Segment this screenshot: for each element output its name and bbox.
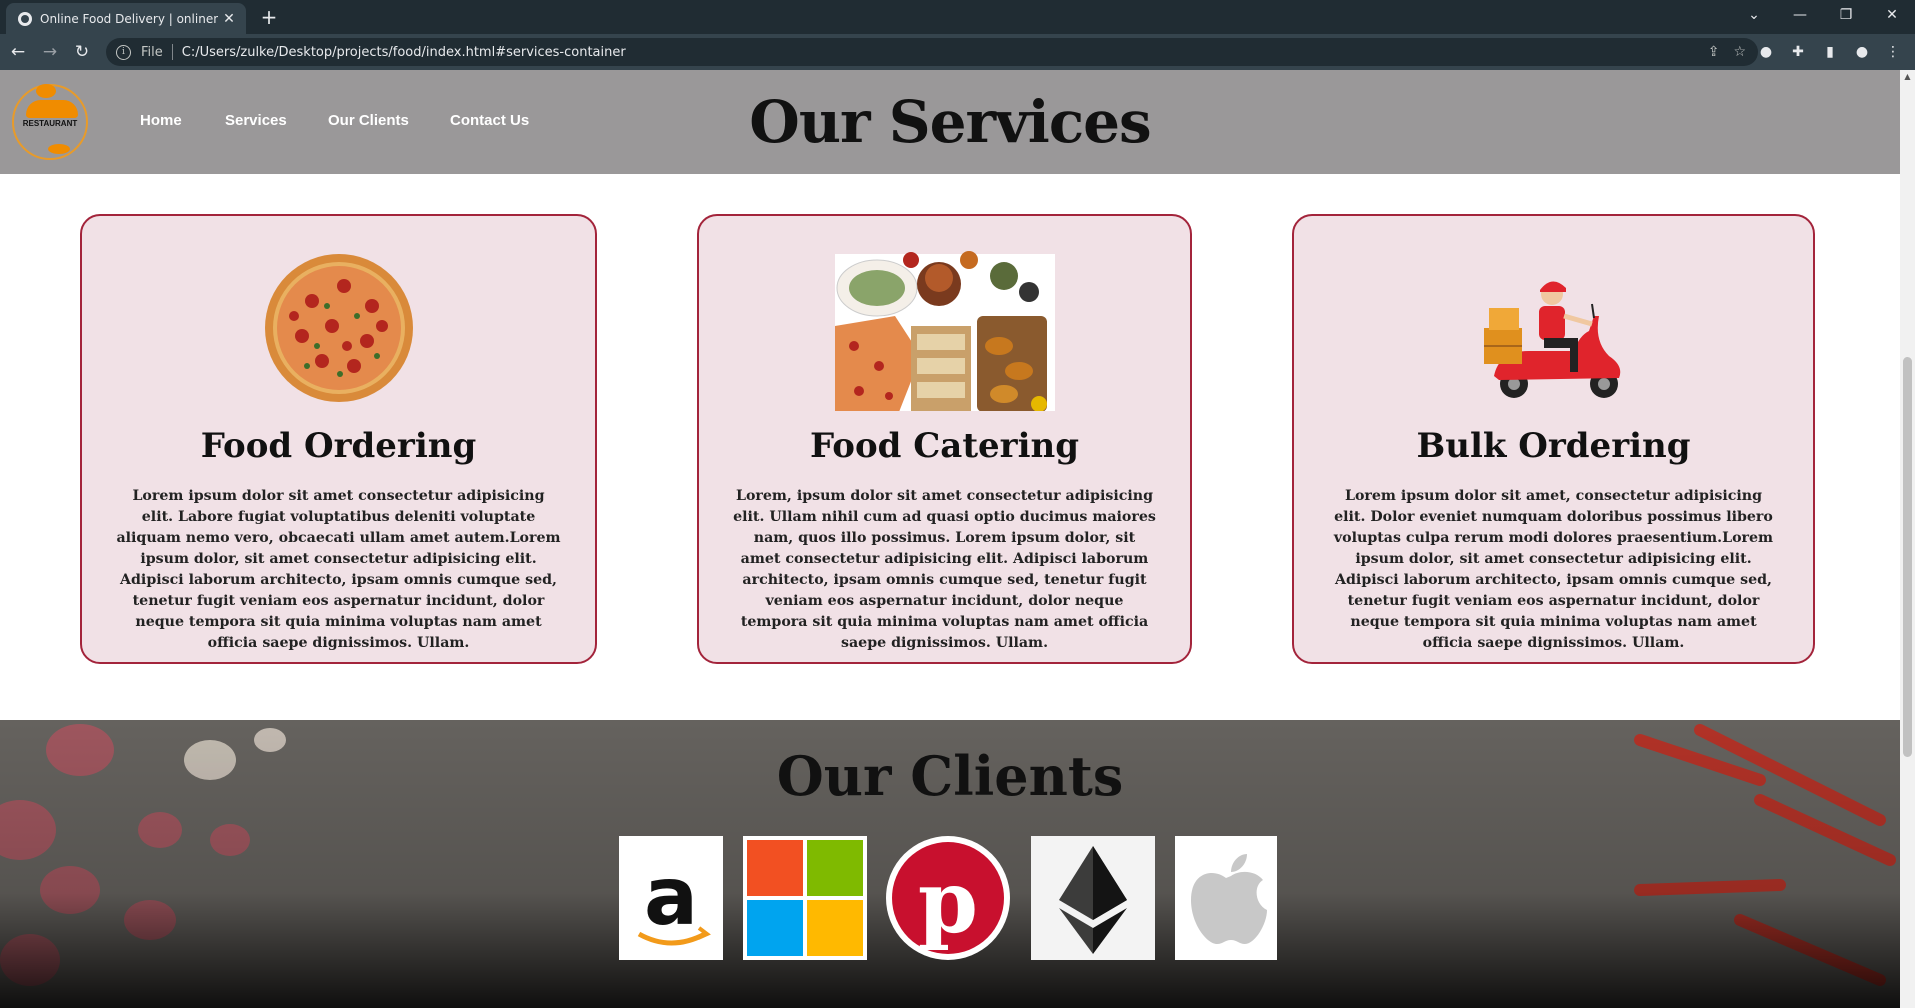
globe-icon (18, 11, 32, 26)
back-icon[interactable]: ← (6, 40, 30, 64)
svg-text:a: a (644, 850, 698, 943)
clients-heading: Our Clients (776, 744, 1124, 808)
restore-button[interactable]: ❐ (1823, 0, 1869, 34)
share-icon[interactable]: ⇪ (1708, 44, 1720, 60)
service-card-food-ordering: Food Ordering Lorem ipsum dolor sit amet… (80, 214, 597, 664)
reload-icon[interactable]: ↻ (70, 40, 94, 64)
close-window-button[interactable]: ✕ (1869, 0, 1915, 34)
apple-logo[interactable] (1175, 836, 1277, 960)
scrollbar-thumb[interactable] (1903, 357, 1912, 757)
file-label: File (141, 44, 163, 60)
forward-icon[interactable]: → (38, 40, 62, 64)
extension-ghost-icon[interactable]: ● (1757, 43, 1775, 61)
webpage-viewport: RESTAURANT Home Services Our Clients Con… (0, 70, 1900, 1008)
microsoft-logo[interactable] (743, 836, 867, 960)
address-separator (171, 44, 173, 60)
side-panel-icon[interactable]: ▮ (1821, 43, 1839, 61)
tab-search-icon[interactable]: ⌄ (1731, 0, 1777, 34)
service-description: Lorem, ipsum dolor sit amet consectetur … (733, 488, 1156, 651)
pinterest-logo[interactable]: p (886, 836, 1010, 960)
service-card-bulk-ordering: Bulk Ordering Lorem ipsum dolor sit amet… (1292, 214, 1815, 664)
amazon-logo[interactable]: a (619, 836, 723, 960)
clients-section: Our Clients a p (0, 720, 1900, 1008)
minimize-button[interactable]: — (1777, 0, 1823, 34)
profile-avatar-icon[interactable]: ● (1853, 43, 1871, 61)
pizza-image (265, 254, 413, 402)
url-text[interactable]: C:/Users/zulke/Desktop/projects/food/ind… (182, 45, 626, 60)
new-tab-button[interactable]: + (256, 4, 282, 30)
page-scrollbar[interactable]: ▲ (1900, 70, 1915, 1008)
service-title: Food Catering (810, 426, 1079, 466)
services-heading: Our Services (749, 88, 1151, 156)
service-title: Food Ordering (200, 426, 477, 466)
catering-food-image (835, 251, 1055, 411)
browser-tab-strip: Online Food Delivery | onlinemea ✕ + ⌄ —… (0, 0, 1915, 34)
menu-kebab-icon[interactable]: ⋮ (1884, 43, 1902, 61)
service-title: Bulk Ordering (1416, 426, 1691, 466)
service-description: Lorem ipsum dolor sit amet consectetur a… (116, 488, 561, 651)
ethereum-logo[interactable] (1031, 836, 1155, 960)
browser-tab[interactable]: Online Food Delivery | onlinemea ✕ (6, 3, 246, 34)
service-description: Lorem ipsum dolor sit amet, consectetur … (1333, 488, 1774, 651)
svg-text:p: p (918, 852, 978, 953)
tab-title: Online Food Delivery | onlinemea (40, 11, 218, 26)
info-icon[interactable]: i (116, 44, 131, 60)
delivery-scooter-image (1484, 281, 1621, 398)
browser-toolbar: ← → ↻ i File C:/Users/zulke/Desktop/proj… (0, 34, 1915, 70)
service-card-food-catering: Food Catering Lorem, ipsum dolor sit ame… (697, 214, 1192, 664)
address-bar[interactable]: i File C:/Users/zulke/Desktop/projects/f… (106, 38, 1758, 66)
site-header: RESTAURANT Home Services Our Clients Con… (0, 70, 1900, 174)
close-tab-icon[interactable]: ✕ (218, 11, 240, 27)
bookmark-star-icon[interactable]: ☆ (1733, 44, 1746, 60)
scroll-up-icon[interactable]: ▲ (1903, 72, 1912, 81)
extensions-puzzle-icon[interactable]: ✚ (1789, 43, 1807, 61)
